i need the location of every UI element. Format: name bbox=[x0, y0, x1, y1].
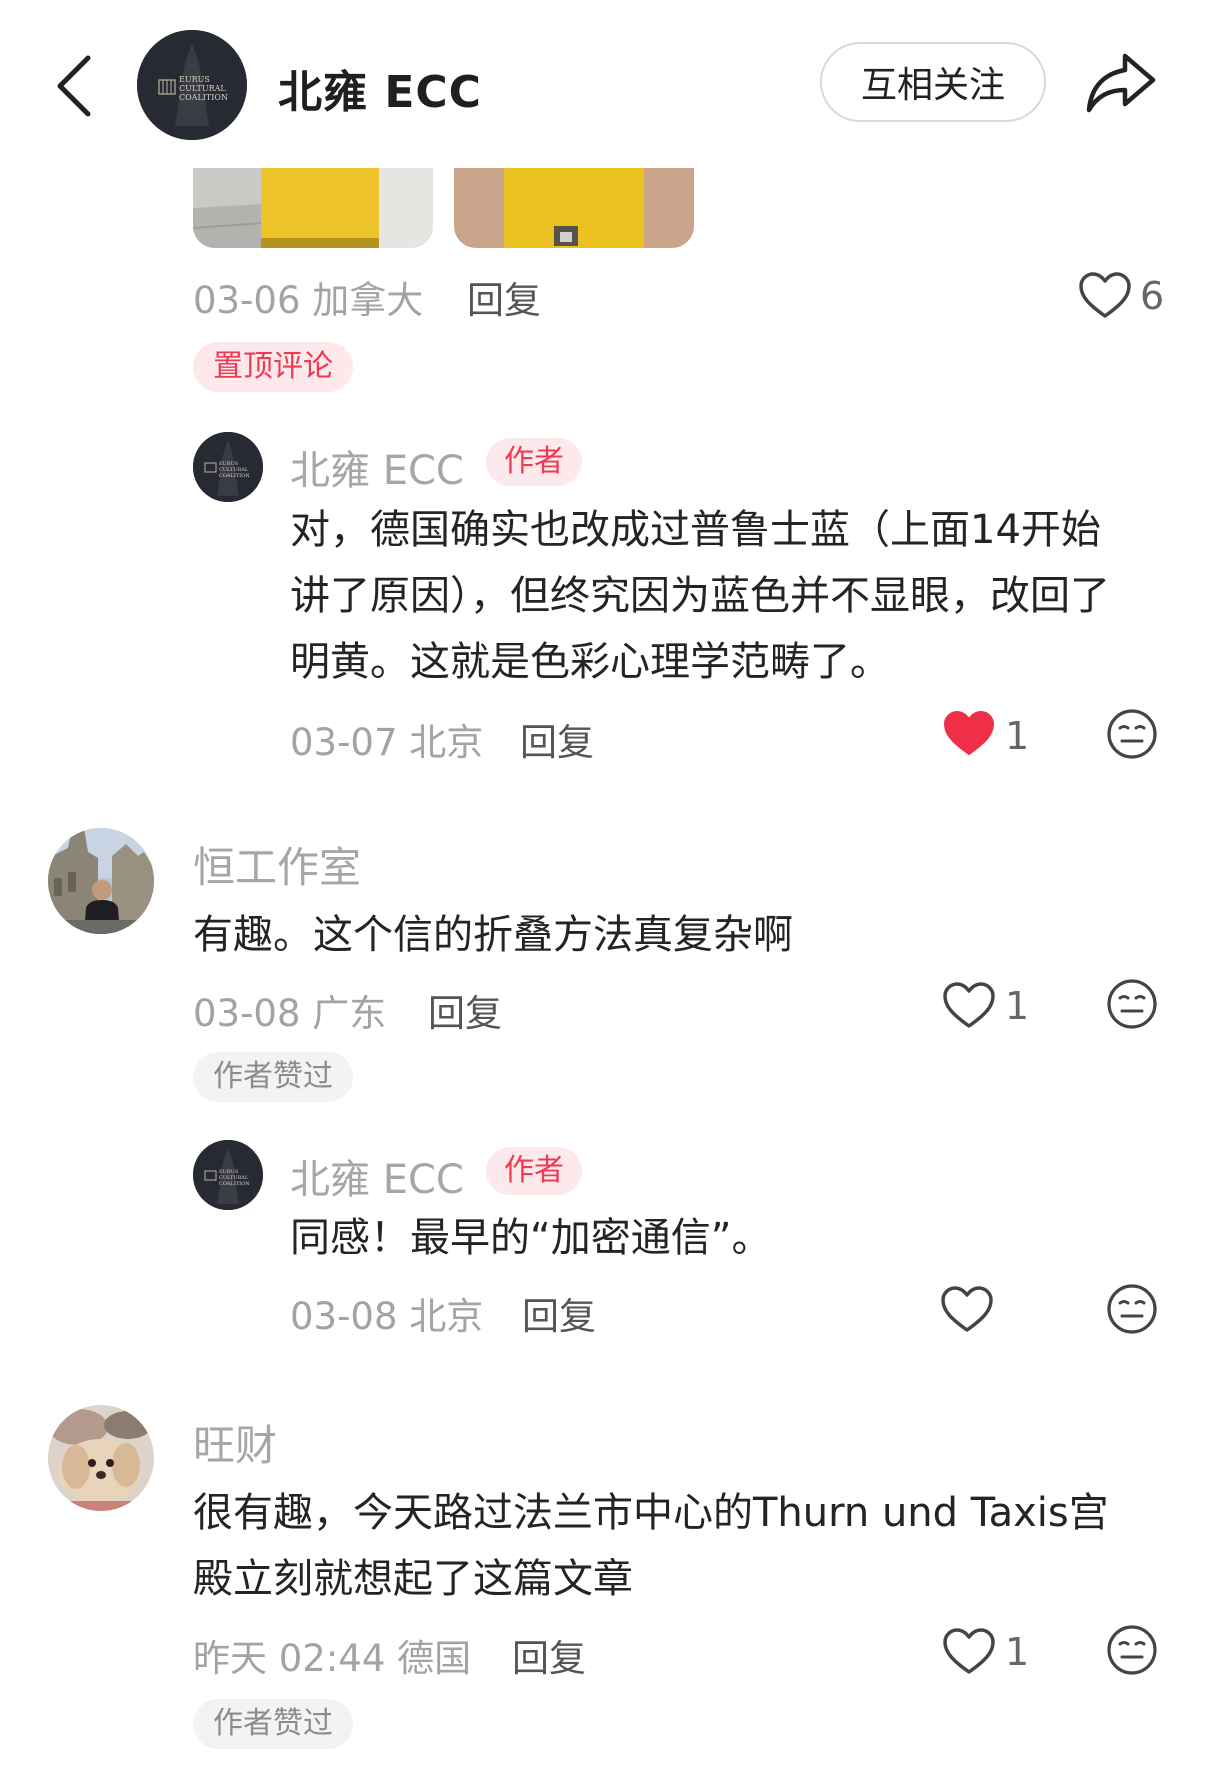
comment-author[interactable]: 北雍 ECC bbox=[290, 438, 464, 496]
author-avatar[interactable]: EURUS CULTURAL COALITION bbox=[193, 432, 263, 502]
user-avatar[interactable] bbox=[48, 1405, 154, 1511]
top-bar: EURUS CULTURAL COALITION 北雍 ECC 互相关注 bbox=[0, 0, 1206, 170]
heart-icon[interactable] bbox=[1078, 272, 1132, 320]
share-arrow-icon[interactable] bbox=[1085, 50, 1157, 116]
comment-author[interactable]: 旺财 bbox=[193, 1412, 277, 1473]
reply-button[interactable]: 回复 bbox=[428, 983, 502, 1037]
comment-date-location: 昨天 02:44 德国 bbox=[193, 1637, 472, 1680]
comment-text: 对，德国确实也改成过普鲁士蓝（上面14开始 讲了原因），但终究因为蓝色并不显眼，… bbox=[290, 507, 1110, 685]
comment-image[interactable] bbox=[193, 168, 433, 248]
comment-date-location: 03-08 北京 bbox=[290, 1295, 484, 1338]
user-avatar[interactable] bbox=[48, 828, 154, 934]
heart-icon[interactable] bbox=[940, 1286, 994, 1334]
pinned-comment-tag: 置顶评论 bbox=[193, 342, 353, 392]
svg-text:COALITION: COALITION bbox=[179, 93, 228, 102]
reply-button[interactable]: 回复 bbox=[522, 1286, 596, 1340]
svg-text:COALITION: COALITION bbox=[219, 473, 250, 479]
emoji-reaction-icon[interactable] bbox=[1106, 978, 1158, 1030]
comment-text: 很有趣，今天路过法兰市中心的Thurn und Taxis宫 殿立刻就想起了这篇… bbox=[193, 1490, 1109, 1602]
svg-text:COALITION: COALITION bbox=[219, 1181, 250, 1187]
comment-author[interactable]: 恒工作室 bbox=[193, 834, 361, 895]
emoji-reaction-icon[interactable] bbox=[1106, 1283, 1158, 1335]
reply-button[interactable]: 回复 bbox=[467, 270, 541, 324]
like-count: 1 bbox=[1005, 714, 1030, 758]
account-name[interactable]: 北雍 ECC bbox=[278, 56, 482, 120]
svg-text:CULTURAL: CULTURAL bbox=[179, 84, 226, 93]
like-count: 6 bbox=[1140, 274, 1165, 318]
svg-text:EURUS: EURUS bbox=[179, 75, 210, 84]
heart-icon[interactable] bbox=[942, 1628, 996, 1676]
account-avatar[interactable]: EURUS CULTURAL COALITION bbox=[137, 30, 247, 140]
author-liked-badge: 作者赞过 bbox=[193, 1052, 353, 1102]
author-tag: 作者 bbox=[486, 1147, 582, 1195]
comment-date-location: 03-06 加拿大 bbox=[193, 279, 424, 322]
emoji-reaction-icon[interactable] bbox=[1106, 1624, 1158, 1676]
comment-date-location: 03-07 北京 bbox=[290, 721, 484, 764]
reply-button[interactable]: 回复 bbox=[512, 1628, 586, 1682]
comment-text: 同感！最早的“加密通信”。 bbox=[290, 1215, 772, 1261]
chevron-left-icon[interactable] bbox=[52, 52, 96, 120]
author-avatar[interactable]: EURUS CULTURAL COALITION bbox=[193, 1140, 263, 1210]
like-count: 1 bbox=[1005, 984, 1030, 1028]
mutual-follow-button[interactable]: 互相关注 bbox=[820, 42, 1046, 122]
comment-author[interactable]: 北雍 ECC bbox=[290, 1147, 464, 1205]
author-liked-badge: 作者赞过 bbox=[193, 1699, 353, 1749]
reply-button[interactable]: 回复 bbox=[520, 712, 594, 766]
heart-icon[interactable] bbox=[942, 982, 996, 1030]
emoji-reaction-icon[interactable] bbox=[1106, 708, 1158, 760]
like-count: 1 bbox=[1005, 1630, 1030, 1674]
comment-text: 有趣。这个信的折叠方法真复杂啊 bbox=[193, 912, 793, 958]
heart-filled-icon[interactable] bbox=[942, 710, 996, 758]
comment-date-location: 03-08 广东 bbox=[193, 992, 387, 1035]
author-tag: 作者 bbox=[486, 438, 582, 486]
comment-image[interactable] bbox=[454, 168, 694, 248]
